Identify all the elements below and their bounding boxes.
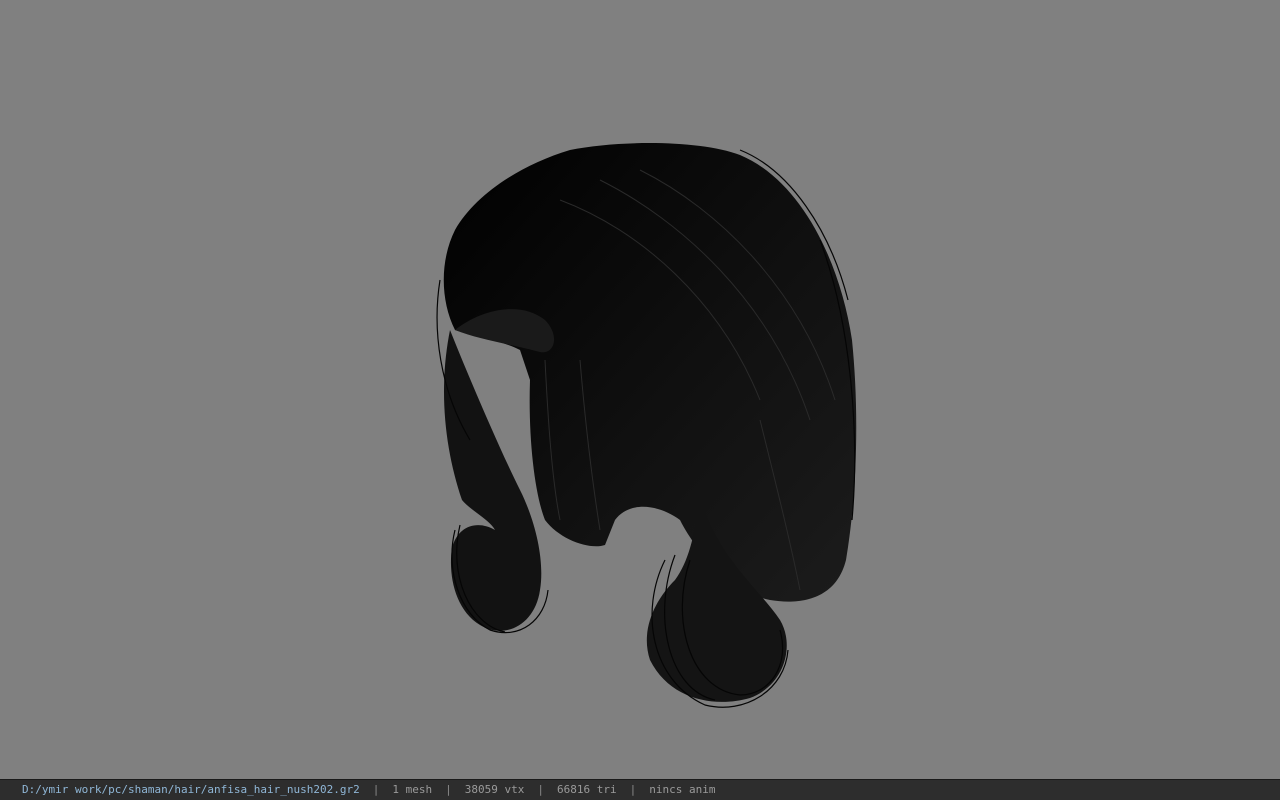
hair-left-strand: [443, 330, 542, 631]
separator: |: [445, 783, 452, 796]
hair-model: [436, 143, 857, 708]
vertex-count: 38059 vtx: [464, 783, 525, 796]
separator: |: [537, 783, 544, 796]
file-path: D:/ymir work/pc/shaman/hair/anfisa_hair_…: [22, 783, 360, 796]
3d-viewport[interactable]: [0, 0, 1280, 779]
status-bar: D:/ymir work/pc/shaman/hair/anfisa_hair_…: [0, 779, 1280, 800]
mesh-count: 1 mesh: [392, 783, 433, 796]
separator: |: [629, 783, 637, 796]
triangle-count: 66816 tri: [557, 783, 617, 796]
separator: |: [372, 783, 380, 796]
animation-status: nincs anim: [649, 783, 716, 796]
